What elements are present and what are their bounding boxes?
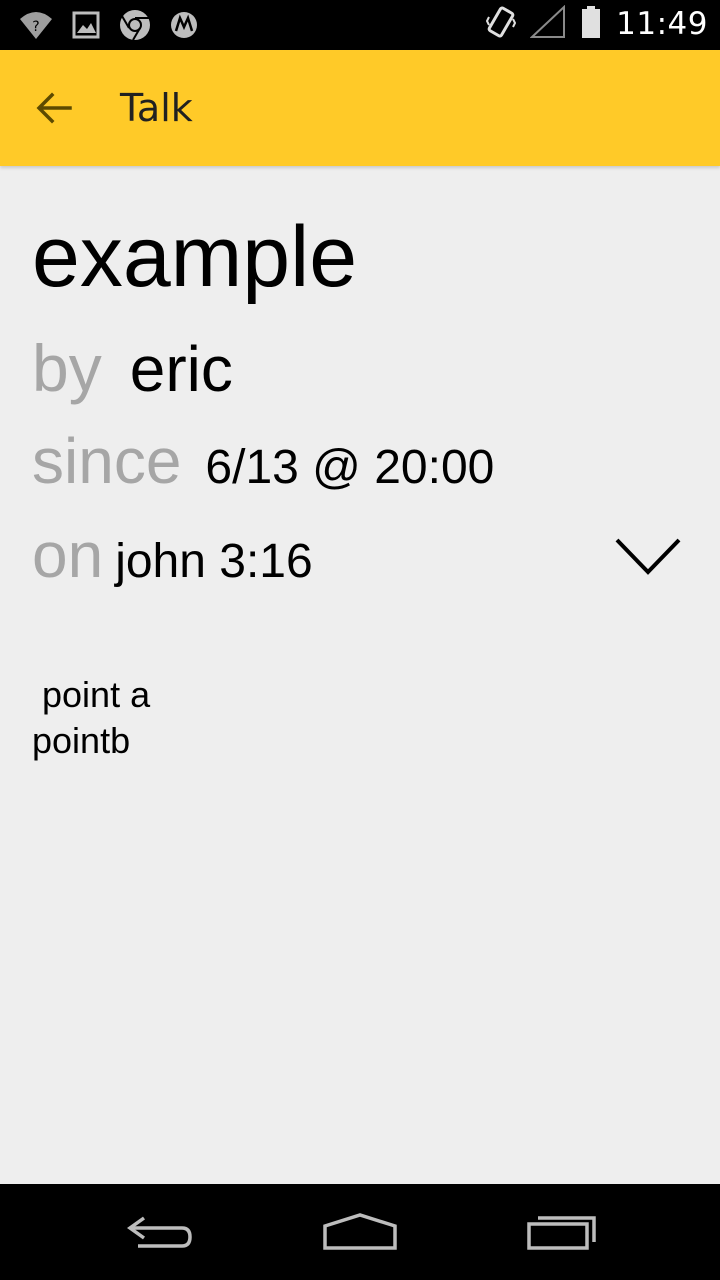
svg-text:?: ? [32, 19, 39, 35]
by-label: by [32, 331, 102, 405]
talk-date: 6/13 @ 20:00 [205, 441, 495, 494]
wifi-question-icon: ? [18, 9, 54, 45]
author-row: by eric [32, 330, 233, 406]
expand-button[interactable] [606, 524, 690, 588]
status-bar: ? 11:49 [0, 0, 720, 50]
signal-icon [529, 4, 566, 43]
image-icon [72, 11, 100, 43]
app-bar: Talk [0, 50, 720, 166]
back-nav-button[interactable] [105, 1202, 215, 1262]
scripture-reference: john 3:16 [115, 535, 313, 588]
home-nav-button[interactable] [305, 1202, 415, 1262]
back-nav-icon [126, 1216, 192, 1248]
motorola-icon [170, 11, 198, 43]
status-time: 11:49 [616, 6, 708, 42]
recents-nav-button[interactable] [507, 1202, 617, 1262]
on-label: on [32, 519, 104, 591]
chrome-icon [118, 8, 152, 46]
back-button[interactable] [26, 80, 82, 136]
home-nav-icon [323, 1213, 397, 1250]
app-title: Talk [120, 86, 193, 130]
talk-title: example [32, 209, 358, 305]
arrow-left-icon [36, 92, 72, 124]
battery-icon [580, 5, 602, 43]
talk-notes: point a pointb [32, 674, 151, 761]
since-label: since [32, 425, 182, 497]
reference-row: on john 3:16 [32, 518, 313, 592]
recents-nav-icon [527, 1216, 596, 1250]
date-row: since 6/13 @ 20:00 [32, 424, 494, 498]
system-icons: 11:49 [486, 4, 708, 43]
navigation-bar [0, 1184, 720, 1280]
author-name: eric [129, 333, 233, 405]
notification-icons: ? [18, 8, 198, 46]
vibrate-icon [486, 5, 517, 43]
chevron-down-icon [615, 538, 681, 575]
